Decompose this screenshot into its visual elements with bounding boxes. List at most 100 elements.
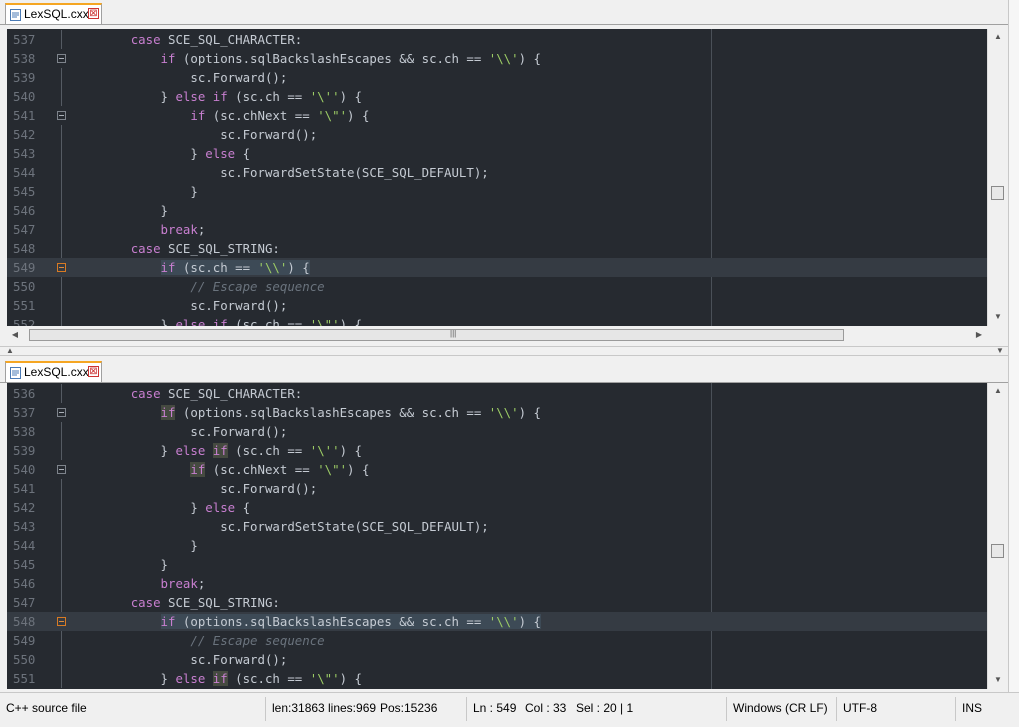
line-number: 547 xyxy=(13,595,36,610)
fold-guide xyxy=(61,125,62,144)
code-line[interactable]: 538 sc.Forward(); xyxy=(7,422,987,441)
code-line[interactable]: 541 sc.Forward(); xyxy=(7,479,987,498)
code-token: '\\' xyxy=(488,405,519,420)
code-line[interactable]: 544 sc.ForwardSetState(SCE_SQL_DEFAULT); xyxy=(7,163,987,182)
code-line[interactable]: 537 if (options.sqlBackslashEscapes && s… xyxy=(7,403,987,422)
code-line[interactable]: 549 // Escape sequence xyxy=(7,631,987,650)
scroll-up-icon[interactable]: ▲ xyxy=(994,387,1002,395)
fold-guide xyxy=(61,555,62,574)
code-line[interactable]: 547 break; xyxy=(7,220,987,239)
fold-guide xyxy=(61,163,62,182)
vertical-scrollbar-top[interactable]: ▲ ▼ xyxy=(987,29,1008,326)
code-line[interactable]: 548 case SCE_SQL_STRING: xyxy=(7,239,987,258)
fold-guide xyxy=(61,536,62,555)
code-token: (sc.ch == xyxy=(227,89,310,104)
split-divider[interactable]: ▲ ▼ xyxy=(0,346,1008,356)
fold-guide xyxy=(61,296,62,315)
line-number: 547 xyxy=(13,222,36,237)
code-text: break; xyxy=(71,220,206,239)
tab-lexsql-top[interactable]: LexSQL.cxx ⊠ xyxy=(5,3,102,24)
code-line[interactable]: 537 case SCE_SQL_CHARACTER: xyxy=(7,30,987,49)
editor-bottom[interactable]: 536 case SCE_SQL_CHARACTER: 537 if (optio… xyxy=(7,383,987,689)
code-token: } xyxy=(71,89,176,104)
vertical-scrollbar-bottom[interactable]: ▲ ▼ xyxy=(987,383,1008,689)
code-text: } else if (sc.ch == '\'') { xyxy=(71,441,362,460)
code-token: case xyxy=(130,241,161,256)
horizontal-scroll-thumb[interactable]: ||| xyxy=(29,329,844,341)
code-line[interactable]: 540 } else if (sc.ch == '\'') { xyxy=(7,87,987,106)
code-line[interactable]: 539 } else if (sc.ch == '\'') { xyxy=(7,441,987,460)
fold-minus-icon[interactable] xyxy=(57,111,66,120)
status-eol[interactable]: Windows (CR LF) xyxy=(733,701,828,715)
split-up-icon[interactable]: ▲ xyxy=(6,347,14,355)
code-line[interactable]: 539 sc.Forward(); xyxy=(7,68,987,87)
code-line[interactable]: 546 } xyxy=(7,201,987,220)
fold-guide xyxy=(61,517,62,536)
code-line[interactable]: 544 } xyxy=(7,536,987,555)
code-line[interactable]: 552 } else if (sc.ch == '\"') { xyxy=(7,315,987,326)
code-line[interactable]: 542 sc.Forward(); xyxy=(7,125,987,144)
scroll-down-icon[interactable]: ▼ xyxy=(994,676,1002,684)
fold-minus-icon[interactable] xyxy=(57,263,66,272)
code-token: (options.sqlBackslashEscapes && sc.ch == xyxy=(175,405,489,420)
code-token: sc.Forward(); xyxy=(71,70,288,85)
line-number: 548 xyxy=(13,614,36,629)
scroll-right-icon[interactable]: ▶ xyxy=(975,331,983,339)
close-tab-icon[interactable]: ⊠ xyxy=(88,366,99,377)
line-number: 552 xyxy=(13,317,36,326)
split-down-icon[interactable]: ▼ xyxy=(996,347,1004,355)
code-text: } xyxy=(71,555,168,574)
code-line[interactable]: 548 if (options.sqlBackslashEscapes && s… xyxy=(7,612,987,631)
fold-minus-icon[interactable] xyxy=(57,465,66,474)
code-line[interactable]: 538 if (options.sqlBackslashEscapes && s… xyxy=(7,49,987,68)
fold-minus-icon[interactable] xyxy=(57,408,66,417)
editor-top[interactable]: 537 case SCE_SQL_CHARACTER: 538 if (optio… xyxy=(7,29,987,326)
code-token: '\'' xyxy=(309,443,340,458)
code-line[interactable]: 550 sc.Forward(); xyxy=(7,650,987,669)
scroll-thumb[interactable] xyxy=(991,186,1004,200)
line-number: 550 xyxy=(13,279,36,294)
code-line[interactable]: 546 break; xyxy=(7,574,987,593)
code-token: { xyxy=(235,146,251,161)
fold-guide xyxy=(61,384,62,403)
fold-guide xyxy=(61,669,62,688)
code-line[interactable]: 550 // Escape sequence xyxy=(7,277,987,296)
scroll-left-icon[interactable]: ◀ xyxy=(11,331,19,339)
line-number: 540 xyxy=(13,462,36,477)
code-line[interactable]: 541 if (sc.chNext == '\"') { xyxy=(7,106,987,125)
scroll-down-icon[interactable]: ▼ xyxy=(994,313,1002,321)
code-line[interactable]: 540 if (sc.chNext == '\"') { xyxy=(7,460,987,479)
code-line[interactable]: 551 } else if (sc.ch == '\"') { xyxy=(7,669,987,688)
close-tab-icon[interactable]: ⊠ xyxy=(88,8,99,19)
code-line[interactable]: 547 case SCE_SQL_STRING: xyxy=(7,593,987,612)
status-separator xyxy=(466,697,467,721)
code-line[interactable]: 536 case SCE_SQL_CHARACTER: xyxy=(7,384,987,403)
line-number: 542 xyxy=(13,127,36,142)
status-encoding[interactable]: UTF-8 xyxy=(843,701,877,715)
tab-lexsql-bottom[interactable]: LexSQL.cxx ⊠ xyxy=(5,361,102,382)
code-text: } xyxy=(71,201,168,220)
status-insert-mode[interactable]: INS xyxy=(962,701,982,715)
horizontal-scrollbar[interactable]: ◀ ||| ▶ xyxy=(7,326,987,345)
code-line[interactable]: 551 sc.Forward(); xyxy=(7,296,987,315)
code-line[interactable]: 542 } else { xyxy=(7,498,987,517)
code-line[interactable]: 549 if (sc.ch == '\\') { xyxy=(7,258,987,277)
status-separator xyxy=(836,697,837,721)
code-text: sc.Forward(); xyxy=(71,296,287,315)
code-line[interactable]: 545 } xyxy=(7,182,987,201)
scroll-thumb[interactable] xyxy=(991,544,1004,558)
code-line[interactable]: 543 } else { xyxy=(7,144,987,163)
code-text: if (sc.chNext == '\"') { xyxy=(71,460,369,479)
code-token: sc.ForwardSetState(SCE_SQL_DEFAULT); xyxy=(71,165,489,180)
fold-minus-icon[interactable] xyxy=(57,617,66,626)
code-line[interactable]: 543 sc.ForwardSetState(SCE_SQL_DEFAULT); xyxy=(7,517,987,536)
code-token: '\"' xyxy=(317,462,348,477)
window-edge xyxy=(1008,0,1019,726)
fold-minus-icon[interactable] xyxy=(57,54,66,63)
scroll-up-icon[interactable]: ▲ xyxy=(994,33,1002,41)
code-line[interactable]: 545 } xyxy=(7,555,987,574)
